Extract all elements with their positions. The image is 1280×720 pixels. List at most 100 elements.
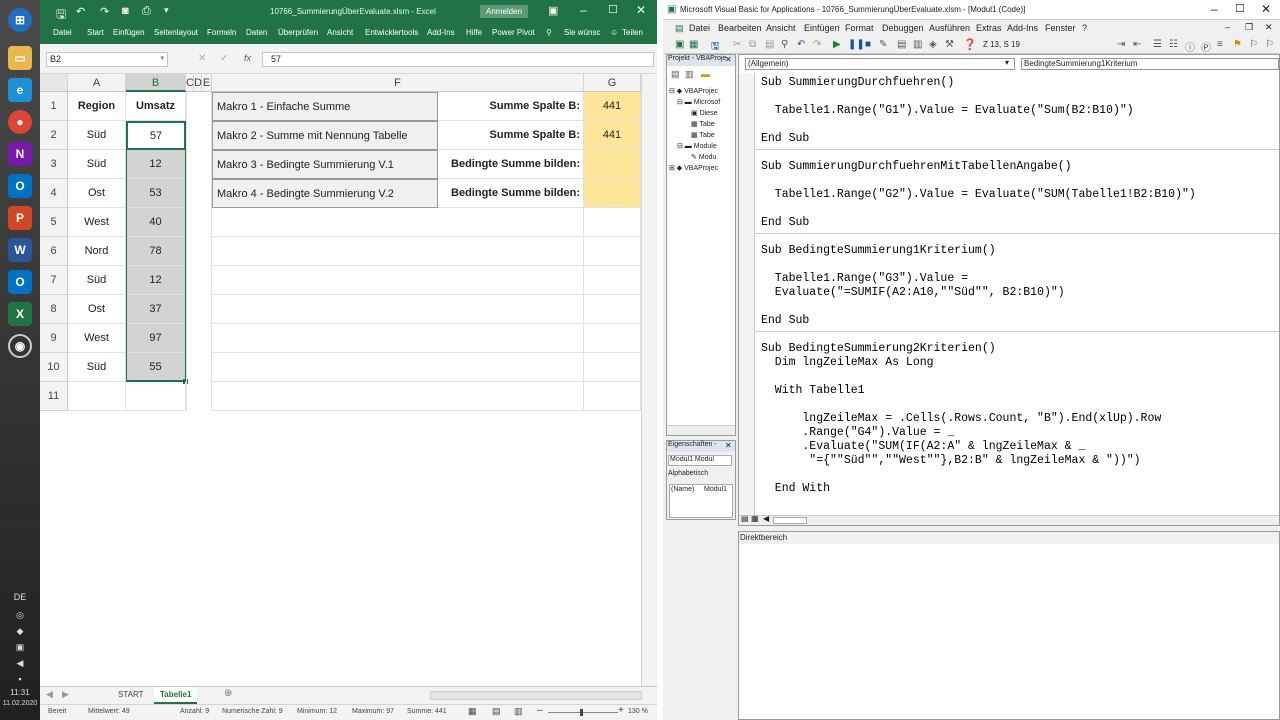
menu-debuggen[interactable]: Debuggen xyxy=(882,23,924,33)
close-button[interactable]: ✕ xyxy=(1261,2,1271,16)
child-minimize-button[interactable]: – xyxy=(1225,22,1230,32)
cell-empty[interactable] xyxy=(212,382,584,411)
zoom-in-icon[interactable]: + xyxy=(618,705,624,716)
prev-bookmark-icon[interactable]: ⚐ xyxy=(1265,39,1274,50)
obs-icon[interactable]: ◉ xyxy=(8,334,32,358)
redo-icon[interactable]: ↷ xyxy=(100,5,109,18)
project-scrollbar[interactable] xyxy=(667,425,735,435)
tree-vbaproject[interactable]: ⊟ ◆ VBAProjec xyxy=(669,87,720,98)
column-header-b[interactable]: B xyxy=(126,74,186,92)
column-header-d[interactable]: D xyxy=(194,74,202,92)
cell-b1[interactable]: Umsatz xyxy=(126,92,186,121)
cell-empty[interactable] xyxy=(584,353,641,382)
view-object-icon[interactable]: ▥ xyxy=(685,69,694,80)
chevron-down-icon[interactable]: ▾ xyxy=(160,54,164,62)
excel-icon[interactable]: X xyxy=(8,302,32,326)
menu-help[interactable]: ? xyxy=(1082,23,1087,33)
zoom-out-icon[interactable]: – xyxy=(537,705,543,716)
cell-empty[interactable] xyxy=(212,295,584,324)
file-explorer-icon[interactable]: ▭ xyxy=(8,46,32,70)
cell-empty[interactable] xyxy=(584,266,641,295)
run-icon[interactable]: ▶ xyxy=(833,39,841,50)
tab-ansicht[interactable]: Ansicht xyxy=(327,28,353,37)
network-icon[interactable]: ▪ xyxy=(10,674,30,686)
menu-extras[interactable]: Extras xyxy=(976,23,1002,33)
properties-object-select[interactable]: Modul1 Modul xyxy=(668,455,732,466)
margin-indicator-bar[interactable] xyxy=(739,73,755,515)
tab-scroll-left-icon[interactable]: ◀ xyxy=(46,689,53,700)
comment-block-icon[interactable]: ≡ xyxy=(1217,39,1223,50)
customize-icon[interactable]: ▾ xyxy=(164,5,169,16)
chevron-down-icon[interactable]: ▾ xyxy=(1005,58,1009,67)
tab-hilfe[interactable]: Hilfe xyxy=(466,28,482,37)
toggle-folders-icon[interactable]: ▬ xyxy=(701,69,710,79)
makro-1-button[interactable]: Makro 1 - Einfache Summe xyxy=(212,92,438,121)
cell-g4-result[interactable] xyxy=(584,179,641,208)
ribbon-display-icon[interactable]: ▣ xyxy=(548,4,558,17)
code-editor[interactable]: Sub SummierungDurchfuehren() Tabelle1.Ra… xyxy=(755,73,1279,515)
tab-ueberpruefen[interactable]: Überprüfen xyxy=(278,28,318,37)
cell-a[interactable]: West xyxy=(68,208,126,237)
cut-icon[interactable]: ✂ xyxy=(733,39,741,50)
tab-powerpivot[interactable]: Power Pivot xyxy=(492,28,535,37)
tree-modul1[interactable]: ✎ Modu xyxy=(669,153,720,164)
edge-icon[interactable]: e xyxy=(8,78,32,102)
tab-start[interactable]: Start xyxy=(87,28,104,37)
row-header[interactable]: 7 xyxy=(40,266,68,295)
prop-name-value[interactable]: Modul1 xyxy=(704,486,727,493)
child-restore-button[interactable]: ❐ xyxy=(1245,22,1253,33)
start-icon[interactable]: ⊞ xyxy=(8,8,32,32)
cell-a[interactable]: Ost xyxy=(68,179,126,208)
cell-b[interactable]: 37 xyxy=(126,295,186,324)
cell-empty[interactable] xyxy=(212,353,584,382)
tab-alphabetisch[interactable]: Alphabetisch xyxy=(668,470,708,477)
tray-icon[interactable]: ◆ xyxy=(10,626,30,638)
clock-time[interactable]: 11:31 xyxy=(4,688,36,700)
zoom-slider-thumb[interactable] xyxy=(580,709,583,716)
cell-b[interactable]: 12 xyxy=(126,266,186,295)
page-layout-icon[interactable]: ▤ xyxy=(492,706,501,717)
cell-empty[interactable] xyxy=(584,382,641,411)
tab-formeln[interactable]: Formeln xyxy=(207,28,236,37)
tray-icon[interactable]: ◎ xyxy=(10,610,30,622)
cell-a[interactable]: West xyxy=(68,324,126,353)
tab-seitenlayout[interactable]: Seitenlayout xyxy=(154,28,198,37)
quick-info-icon[interactable]: ⓘ xyxy=(1185,39,1195,54)
cell-b[interactable]: 78 xyxy=(126,237,186,266)
minimize-button[interactable]: – xyxy=(1211,2,1218,16)
project-explorer-icon[interactable]: ▤ xyxy=(897,39,906,50)
find-icon[interactable]: ⚲ xyxy=(781,39,788,50)
share-icon[interactable]: ☺ xyxy=(610,28,618,37)
worksheet-grid[interactable]: A B C D E F G 1 2 3 4 5 6 7 8 9 10 11 Re… xyxy=(40,74,657,686)
cell-empty[interactable] xyxy=(212,266,584,295)
vba-doc-icon[interactable]: ▤ xyxy=(675,23,684,34)
menu-einfuegen[interactable]: Einfügen xyxy=(804,23,840,33)
tree-module-folder[interactable]: ⊟ ▬ Module xyxy=(669,142,720,153)
properties-icon[interactable]: ▥ xyxy=(913,39,922,50)
scrollbar-thumb[interactable] xyxy=(773,517,807,524)
cell-b2-active[interactable]: 57 xyxy=(126,121,186,150)
tree-tabelle[interactable]: ▦ Tabe xyxy=(669,120,720,131)
cell-a[interactable]: Süd xyxy=(68,353,126,382)
column-header-g[interactable]: G xyxy=(584,74,641,92)
cell-b[interactable]: 53 xyxy=(126,179,186,208)
help-icon[interactable]: ❓ xyxy=(963,38,977,51)
select-all-corner[interactable] xyxy=(40,74,68,92)
close-icon[interactable]: ✕ xyxy=(725,441,732,450)
tab-daten[interactable]: Daten xyxy=(246,28,267,37)
cell-empty[interactable] xyxy=(584,208,641,237)
tell-me-search[interactable]: Sie wünsc xyxy=(564,28,600,37)
clock-date[interactable]: 11.02.2020 xyxy=(0,700,40,712)
row-header[interactable]: 10 xyxy=(40,353,68,382)
chrome-icon[interactable]: ● xyxy=(8,110,32,134)
lightbulb-icon[interactable]: ⚲ xyxy=(546,28,552,37)
save-icon[interactable]: 🖫 xyxy=(56,5,66,26)
cell-a1[interactable]: Region xyxy=(68,92,126,121)
enter-icon[interactable]: ✓ xyxy=(220,53,228,64)
tab-scroll-right-icon[interactable]: ▶ xyxy=(62,689,69,700)
cell-a[interactable]: Süd xyxy=(68,121,126,150)
tray-icon[interactable]: ▣ xyxy=(10,642,30,654)
outlook-icon-2[interactable]: O xyxy=(8,270,32,294)
row-header[interactable]: 9 xyxy=(40,324,68,353)
vertical-scrollbar[interactable] xyxy=(641,74,657,686)
